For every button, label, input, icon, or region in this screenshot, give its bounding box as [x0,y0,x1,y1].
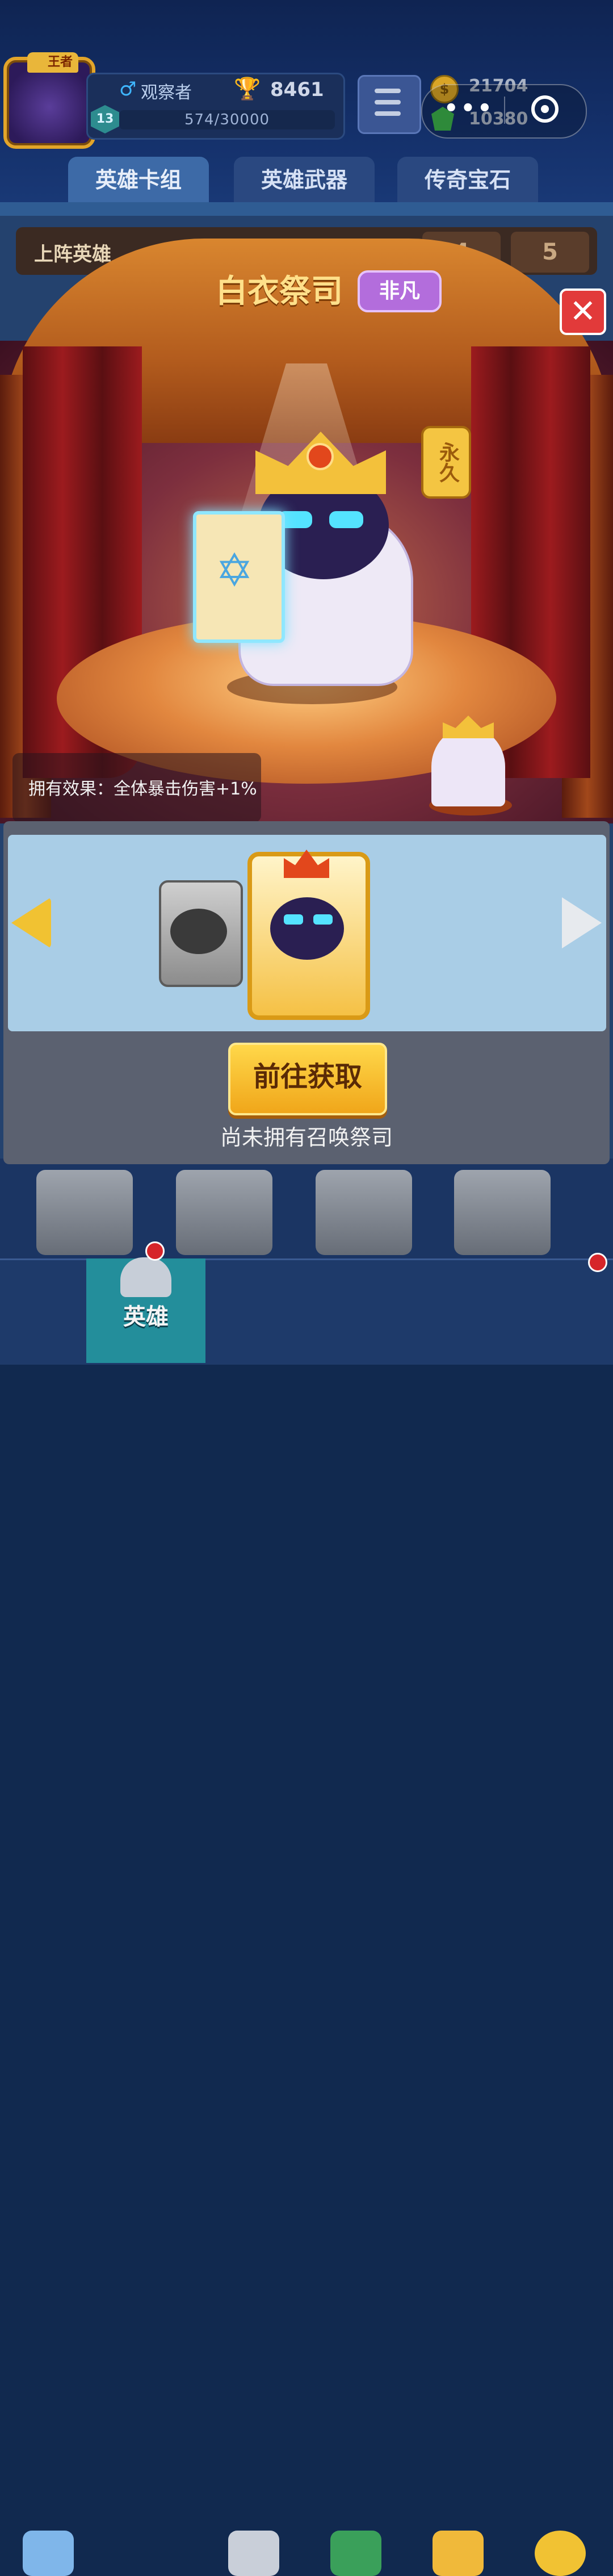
trophy-icon: 🏆 [234,76,261,101]
menu-icon [375,89,401,93]
compass-icon [535,2531,586,2576]
crown-shield-icon [330,2531,381,2576]
nav-social[interactable] [410,1258,512,2576]
skin-eye-right [313,914,333,925]
hexagram-icon: ✡ [215,544,254,597]
trophy-count: 8461 [270,78,324,101]
menu-icon-line [375,100,401,104]
more-options-icon[interactable]: ••• [444,97,494,120]
menu-icon-line [375,111,401,116]
hero-name: 白衣祭司 [216,273,343,310]
hero-eye-right [329,511,363,528]
permanent-tag: 永久 [421,426,471,499]
player-name: 观察者 [141,83,192,103]
tab-hero-deck[interactable]: 英雄卡组 [68,157,209,203]
not-owned-text: 尚未拥有召唤祭司 [220,1125,393,1150]
rarity-badge: 非凡 [358,270,442,312]
tab-legend-gems[interactable]: 传奇宝石 [397,157,538,203]
hero-card[interactable] [454,1170,551,1255]
exp-text: 574/30000 [184,111,270,128]
crossed-swords-icon [228,2531,279,2576]
hero-crown-gem [306,443,334,470]
helmet-icon [120,1257,171,1297]
mini-hero-preview[interactable] [431,727,505,806]
close-miniprogram-icon-dot [541,105,549,113]
capsule-divider [504,97,505,124]
avatar-rank-badge: 王者 [27,52,78,73]
skin-card-selected-face [270,897,344,960]
tab-hero-weapons[interactable]: 英雄武器 [234,157,375,203]
close-button[interactable]: ✕ [560,288,606,335]
nav-guild[interactable] [308,1258,410,2576]
lineup-slot-5[interactable]: 5 [511,232,589,273]
friends-banner-icon [433,2531,484,2576]
owned-effect-text: 拥有效果：全体暴击伤害+1% [28,779,257,799]
male-icon: ♂ [119,78,137,101]
go-obtain-button[interactable]: 前往获取 [228,1043,387,1115]
tab-underline [0,202,613,216]
treasure-chest-icon [23,2531,74,2576]
menu-button[interactable] [358,75,421,134]
hero-card[interactable] [36,1170,133,1255]
nav-battle[interactable] [205,1258,308,2576]
skin-eye-left [284,914,303,925]
skin-card-locked-face [170,909,227,954]
nav-explore[interactable] [512,1258,613,2576]
hero-card[interactable] [316,1170,412,1255]
notification-dot [588,1253,607,1272]
nav-hero-label: 英雄 [123,1304,169,1330]
notification-dot [145,1241,165,1261]
lineup-label: 上阵英雄 [34,243,111,266]
hero-card[interactable] [176,1170,272,1255]
